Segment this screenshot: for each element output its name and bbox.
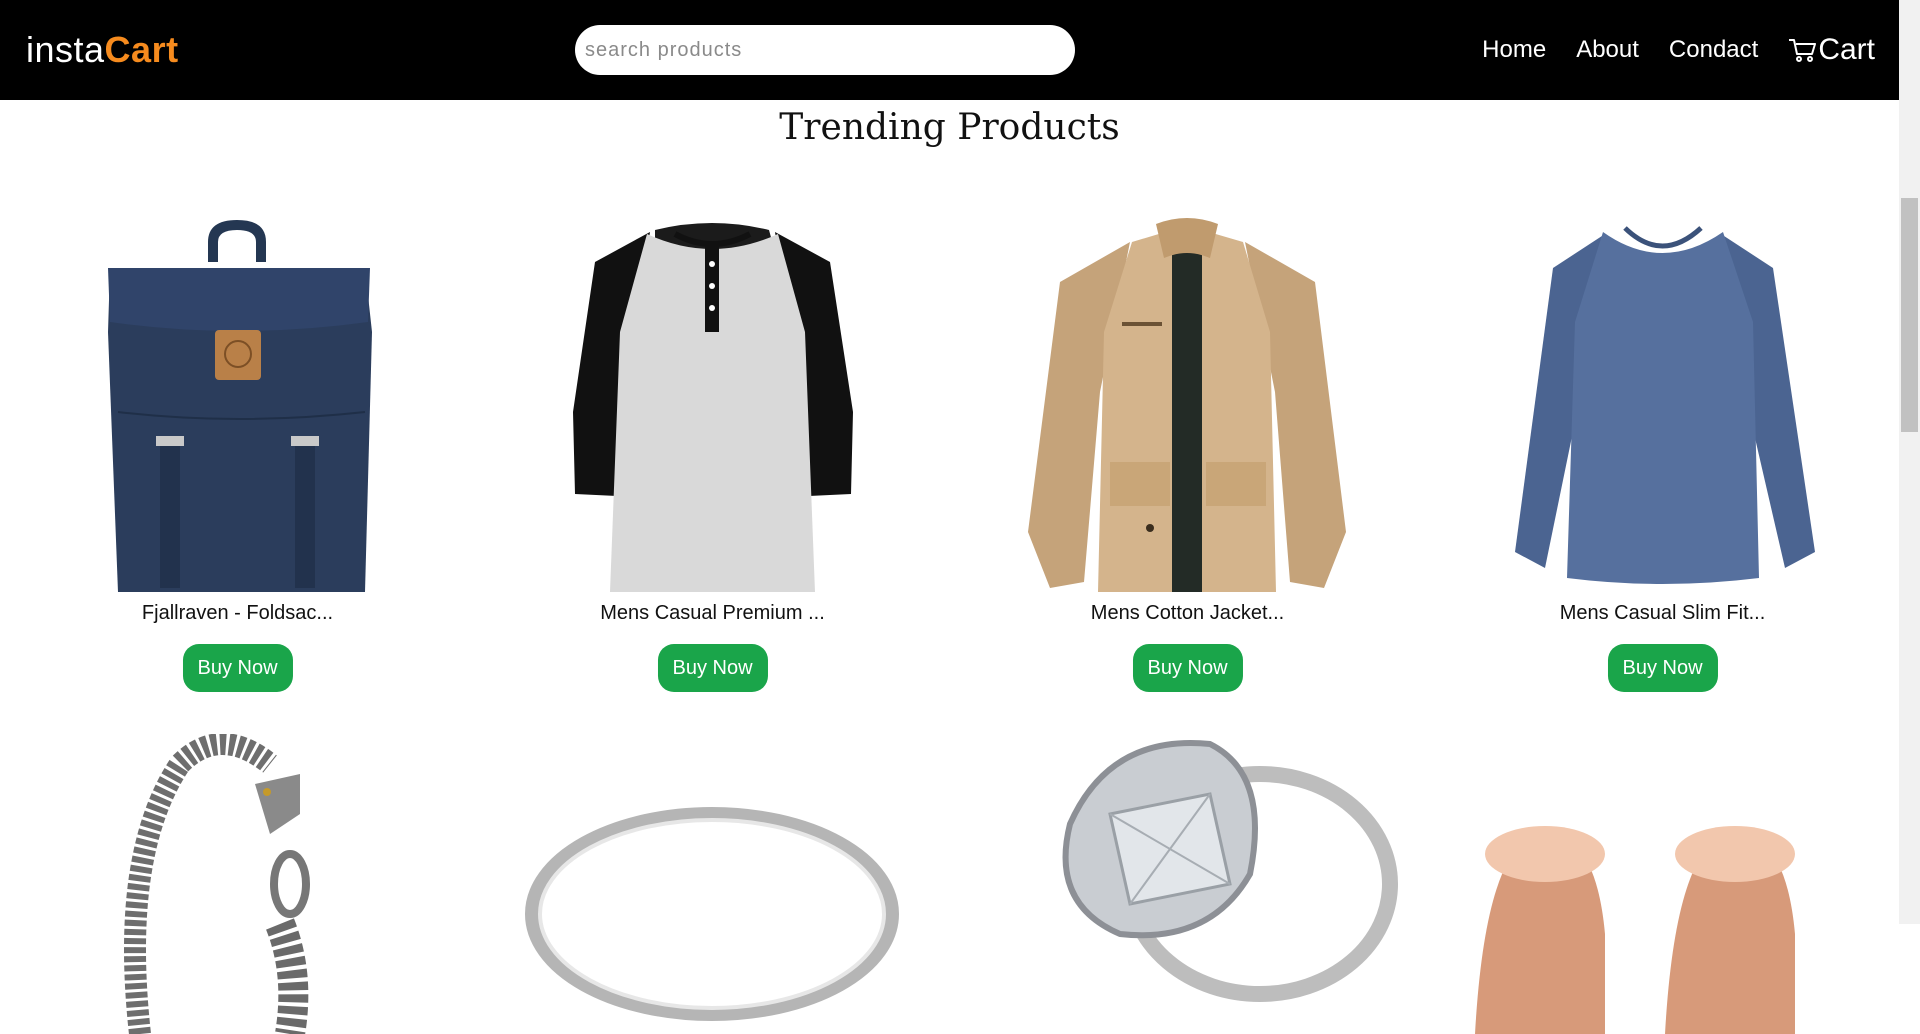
buy-now-button[interactable]: Buy Now bbox=[1132, 644, 1243, 692]
scrollbar[interactable] bbox=[1899, 0, 1920, 924]
page-title: Trending Products bbox=[779, 107, 1120, 148]
buy-now-button[interactable]: Buy Now bbox=[657, 644, 768, 692]
nav-home-link[interactable]: Home bbox=[1482, 30, 1546, 70]
slim-fit-shirt-image bbox=[1515, 226, 1815, 584]
brand-text-part2: Cart bbox=[104, 29, 179, 70]
cotton-jacket-image bbox=[1028, 218, 1346, 592]
product-name: Fjallraven - Foldsac... bbox=[141, 602, 334, 624]
silver-ring-image bbox=[525, 807, 899, 1021]
cart-label: Cart bbox=[1818, 33, 1875, 66]
scrollbar-thumb[interactable] bbox=[1901, 198, 1918, 432]
diamond-ring-image bbox=[1062, 740, 1398, 1002]
cart-link[interactable]: Cart bbox=[1788, 30, 1875, 70]
product-name: Mens Cotton Jacket... bbox=[1090, 602, 1285, 624]
rose-gold-plugs-image bbox=[1475, 826, 1795, 1034]
nav-about-link[interactable]: About bbox=[1576, 30, 1639, 70]
brand-logo[interactable]: instaCart bbox=[26, 28, 179, 72]
buy-now-button[interactable]: Buy Now bbox=[182, 644, 293, 692]
cart-icon bbox=[1789, 39, 1817, 62]
product-name: Mens Casual Premium ... bbox=[600, 602, 825, 624]
buy-now-button[interactable]: Buy Now bbox=[1607, 644, 1718, 692]
nav-contact-link[interactable]: Condact bbox=[1669, 30, 1758, 70]
navbar: instaCart Home About Condact Cart bbox=[0, 0, 1899, 100]
nav-links: Home About Condact Cart bbox=[1452, 30, 1875, 70]
dragon-bracelet-image bbox=[124, 734, 310, 1034]
search-input[interactable] bbox=[575, 25, 1075, 75]
brand-text-part1: insta bbox=[26, 29, 105, 70]
product-name: Mens Casual Slim Fit... bbox=[1559, 602, 1766, 624]
raglan-tshirt-image bbox=[573, 223, 853, 592]
backpack-image bbox=[108, 220, 372, 592]
